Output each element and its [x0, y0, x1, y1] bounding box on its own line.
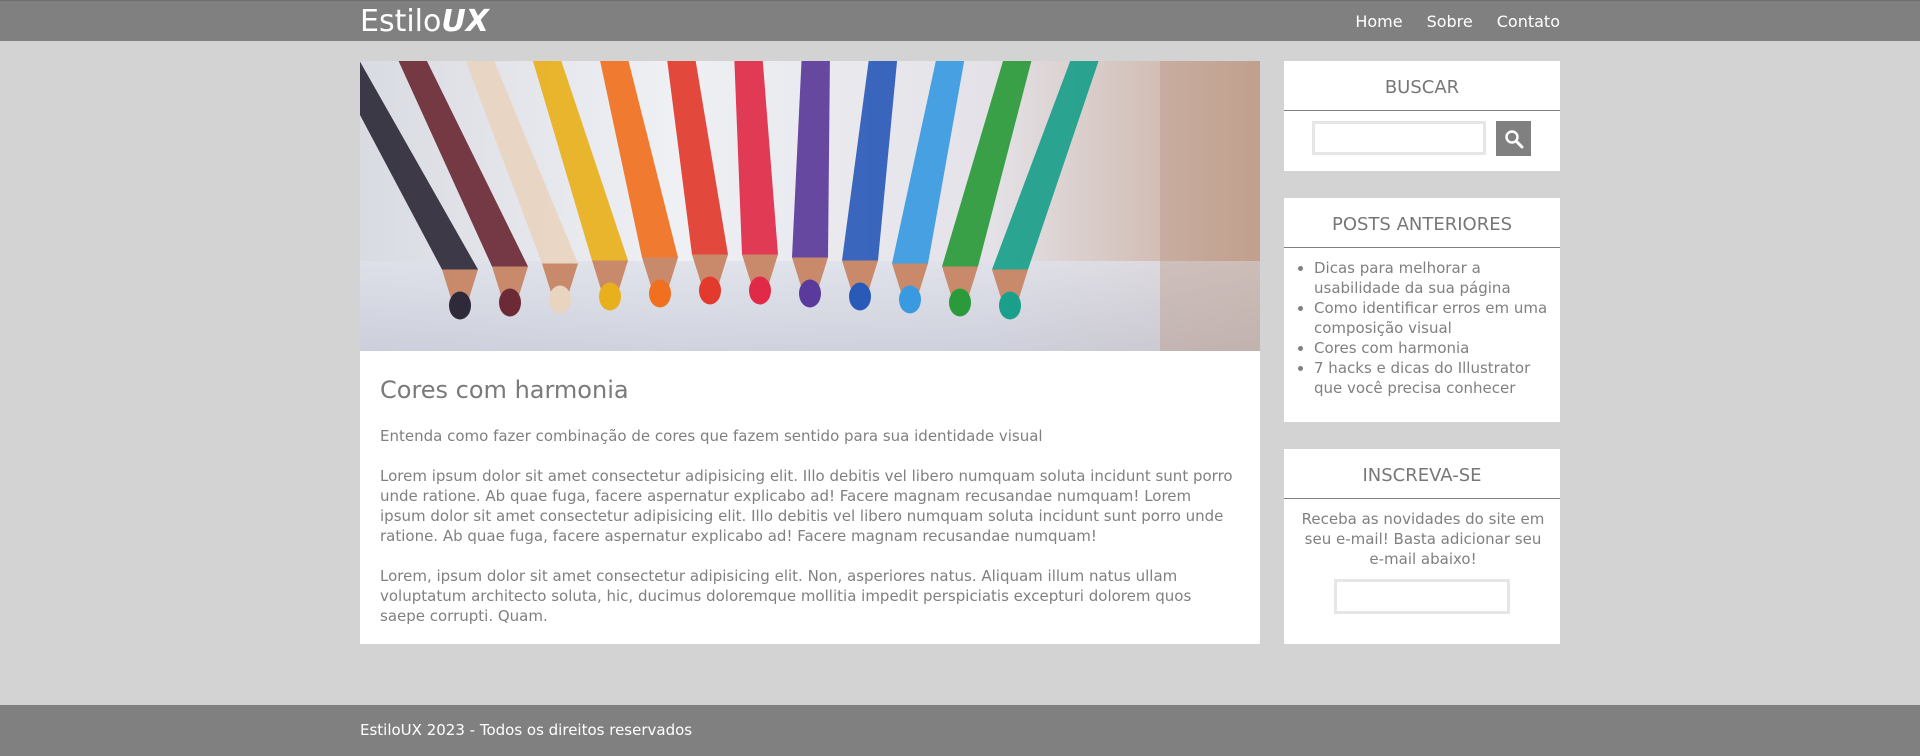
post-content: Cores com harmonia Entenda como fazer co… — [380, 351, 1240, 626]
search-icon — [1504, 129, 1523, 148]
colored-pencils-image — [360, 61, 1260, 351]
post-paragraph: Lorem, ipsum dolor sit amet consectetur … — [380, 567, 1192, 625]
logo-text-light: Estilo — [360, 4, 442, 39]
main-nav: Home Sobre Contato — [1355, 1, 1560, 42]
previous-posts-widget: POSTS ANTERIORES Dicas para melhorar a u… — [1284, 198, 1560, 422]
search-widget: BUSCAR — [1284, 61, 1560, 171]
search-button[interactable] — [1496, 121, 1531, 156]
email-field[interactable] — [1334, 579, 1510, 614]
post-title: Cores com harmonia — [380, 376, 629, 404]
post-paragraph: Lorem ipsum dolor sit amet consectetur a… — [380, 467, 1233, 545]
hero-image — [360, 61, 1260, 351]
post-card: Cores com harmonia Entenda como fazer co… — [360, 61, 1260, 644]
previous-post-link[interactable]: Como identificar erros em uma composição… — [1314, 298, 1550, 338]
nav-contato[interactable]: Contato — [1497, 12, 1560, 31]
subscribe-title: INSCREVA-SE — [1284, 449, 1560, 499]
site-footer: EstiloUX 2023 - Todos os direitos reserv… — [0, 705, 1920, 756]
site-header: EstiloUX Home Sobre Contato — [0, 0, 1920, 41]
previous-post-link[interactable]: Cores com harmonia — [1314, 338, 1550, 358]
previous-post-link[interactable]: 7 hacks e dicas do Illustrator que você … — [1314, 358, 1550, 398]
nav-sobre[interactable]: Sobre — [1427, 12, 1473, 31]
previous-posts-list: Dicas para melhorar a usabilidade da sua… — [1284, 248, 1560, 398]
previous-post-link[interactable]: Dicas para melhorar a usabilidade da sua… — [1314, 258, 1550, 298]
post-subtitle: Entenda como fazer combinação de cores q… — [380, 427, 1043, 445]
nav-home[interactable]: Home — [1355, 12, 1402, 31]
search-input[interactable] — [1312, 121, 1486, 155]
logo[interactable]: EstiloUX — [360, 5, 489, 39]
search-widget-title: BUSCAR — [1284, 61, 1560, 111]
footer-copyright: EstiloUX 2023 - Todos os direitos reserv… — [360, 721, 693, 739]
subscribe-description: Receba as novidades do site em seu e-mai… — [1301, 510, 1545, 568]
logo-text-bold: UX — [441, 4, 489, 39]
previous-posts-title: POSTS ANTERIORES — [1284, 198, 1560, 248]
subscribe-widget: INSCREVA-SE Receba as novidades do site … — [1284, 449, 1560, 644]
